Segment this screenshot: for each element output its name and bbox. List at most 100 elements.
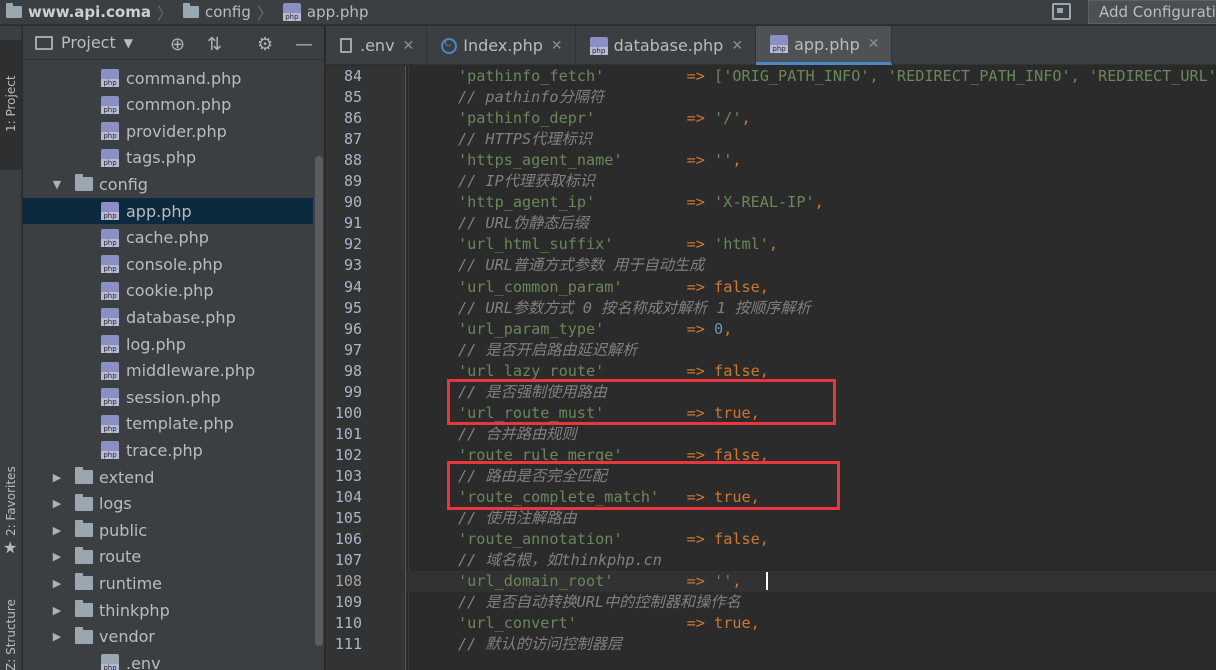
tree-item[interactable]: middleware.php: [23, 358, 313, 384]
chevron-down-icon[interactable]: ▼: [49, 178, 65, 191]
tree-item[interactable]: ▶ thinkphp: [23, 597, 313, 623]
close-icon[interactable]: ✕: [403, 38, 415, 54]
php-file-icon: [101, 148, 119, 167]
chevron-right-icon[interactable]: ▶: [49, 497, 65, 510]
folder-icon: [75, 573, 93, 591]
chevron-right-icon[interactable]: ▶: [49, 524, 65, 537]
tree-item[interactable]: console.php: [23, 251, 313, 277]
line-number: 97: [343, 340, 362, 359]
tree-item[interactable]: log.php: [23, 331, 313, 357]
code-editor[interactable]: 84 85 86 87 88 89 90 91 92 93 94 95 96 97 98 99 100 101 10…: [326, 66, 1216, 670]
tree-item-label: runtime: [99, 573, 163, 593]
close-icon[interactable]: ✕: [731, 38, 743, 54]
line-number: 101: [334, 424, 362, 443]
tree-item[interactable]: template.php: [23, 411, 313, 437]
tree-item[interactable]: ▶ vendor: [23, 624, 313, 650]
tree-item[interactable]: ▶ public: [23, 517, 313, 543]
chevron-right-icon[interactable]: ▶: [49, 577, 65, 590]
line-number: 92: [343, 235, 362, 254]
line-number: 95: [343, 298, 362, 317]
run-config-icon[interactable]: [1052, 3, 1071, 20]
collapse-all-icon[interactable]: ⇅: [207, 34, 222, 55]
arrow-operator: =>: [686, 109, 715, 128]
tree-item[interactable]: ▼ config: [23, 171, 313, 197]
arrow-operator: =>: [686, 235, 715, 254]
chevron-right-icon[interactable]: ▶: [49, 630, 65, 643]
tree-item[interactable]: cache.php: [23, 225, 313, 251]
php-file-icon: [101, 335, 119, 353]
breadcrumb-folder[interactable]: config: [177, 3, 251, 21]
arrow-operator: =>: [686, 361, 715, 380]
code-comment: // URL普通方式参数 用于自动生成: [458, 256, 705, 275]
tree-item-label: template.php: [126, 414, 234, 434]
project-tool-tab[interactable]: 1: Project: [0, 40, 22, 170]
chevron-down-icon[interactable]: ▼: [124, 36, 133, 50]
breadcrumb-root[interactable]: www.api.coma: [0, 3, 151, 21]
tree-item[interactable]: ▶ runtime: [23, 570, 313, 596]
php-file-icon: [101, 361, 119, 380]
comma: ,: [759, 277, 769, 296]
config-key: 'url_common_param': [458, 277, 623, 296]
line-number: 87: [343, 130, 362, 149]
folder-icon: [75, 174, 93, 192]
tree-item[interactable]: .env: [23, 650, 313, 670]
tree-item[interactable]: provider.php: [23, 118, 313, 144]
close-icon[interactable]: ✕: [551, 38, 563, 54]
line-number: 108: [334, 572, 362, 591]
config-value: true: [714, 614, 751, 633]
line-number: 91: [343, 214, 362, 233]
comma: ,: [732, 151, 742, 170]
editor-tab-label: database.php: [613, 36, 724, 55]
scrollbar[interactable]: [315, 156, 323, 646]
tree-item[interactable]: command.php: [23, 65, 313, 91]
tree-item[interactable]: trace.php: [23, 437, 313, 463]
tree-item[interactable]: ▶ route: [23, 544, 313, 570]
editor-tab[interactable]: Index.php ✕: [427, 26, 576, 65]
php-file-icon: [101, 441, 119, 460]
arrow-operator: =>: [686, 151, 715, 170]
chevron-right-icon[interactable]: ▶: [49, 604, 65, 617]
close-icon[interactable]: ✕: [868, 36, 880, 52]
breadcrumb-file[interactable]: app.php: [277, 3, 368, 21]
add-configuration-button[interactable]: Add Configurati: [1088, 0, 1216, 24]
config-value: 'html': [714, 235, 769, 254]
chevron-right-icon[interactable]: ▶: [49, 550, 65, 563]
tree-item[interactable]: ▶ extend: [23, 464, 313, 490]
project-panel: Project ▼ ⊕ ⇅ ⚙ — command.php common.php p…: [23, 26, 325, 670]
tree-item[interactable]: cookie.php: [23, 278, 313, 304]
highlight-box-route-must: [447, 379, 836, 425]
chevron-right-icon[interactable]: ▶: [49, 471, 65, 484]
config-value: false: [714, 277, 760, 296]
tree-item[interactable]: common.php: [23, 92, 313, 118]
php-file-icon: [101, 414, 119, 433]
folder-icon: [182, 3, 199, 18]
config-value: '': [714, 572, 733, 591]
comma: ,: [723, 319, 733, 338]
config-key: 'url_html_suffix': [458, 235, 614, 254]
config-key: 'url_domain_root': [458, 572, 614, 591]
breadcrumb-folder-label: config: [204, 3, 251, 21]
editor-tab[interactable]: .env ✕: [326, 26, 428, 65]
line-number: 102: [334, 445, 362, 464]
tree-item[interactable]: app.php: [23, 198, 313, 224]
arrow-operator: =>: [686, 614, 715, 633]
line-number: 85: [343, 88, 362, 107]
tree-item[interactable]: ▶ logs: [23, 491, 313, 517]
folder-icon: [75, 546, 93, 564]
code-comment: // 合并路由规则: [458, 424, 577, 443]
locate-icon[interactable]: ⊕: [170, 34, 185, 55]
navigation-bar: www.api.coma 〉 config 〉 app.php: [0, 0, 1216, 25]
tree-item[interactable]: database.php: [23, 304, 313, 330]
editor-tab[interactable]: database.php ✕: [576, 26, 757, 65]
tree-item[interactable]: tags.php: [23, 145, 313, 171]
arrow-operator: =>: [686, 530, 715, 549]
tree-item-label: trace.php: [126, 440, 203, 460]
hide-icon[interactable]: —: [295, 34, 313, 55]
php-file-icon: [770, 35, 789, 53]
editor-tab[interactable]: app.php ✕: [756, 26, 893, 65]
line-number: 89: [343, 172, 362, 191]
config-value: '': [714, 151, 733, 170]
tree-item[interactable]: session.php: [23, 384, 313, 410]
gear-icon[interactable]: ⚙: [257, 34, 273, 55]
